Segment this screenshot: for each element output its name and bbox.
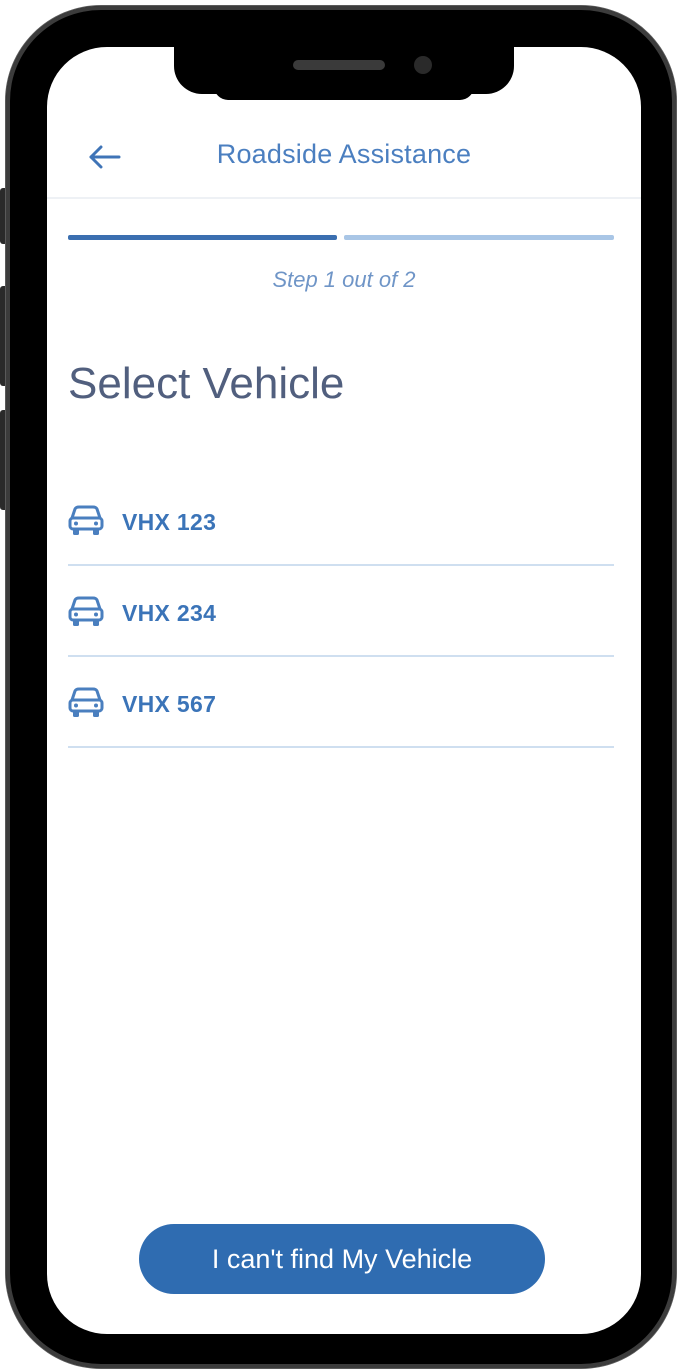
step-indicator: Step 1 out of 2 — [272, 267, 416, 292]
cant-find-vehicle-button[interactable]: I can't find My Vehicle — [139, 1224, 545, 1294]
vehicle-plate: VHX 234 — [122, 600, 217, 626]
progress-step-2 — [344, 235, 614, 240]
vehicle-item[interactable]: VHX 123 — [68, 475, 614, 566]
front-camera — [414, 56, 432, 74]
vehicle-plate: VHX 567 — [122, 691, 217, 717]
speaker-grille — [293, 60, 385, 70]
section-heading: Select Vehicle — [68, 359, 345, 408]
car-icon — [68, 596, 104, 626]
car-icon — [68, 505, 104, 535]
app-header: Roadside Assistance — [47, 107, 641, 199]
step-progress-bar — [68, 235, 614, 240]
progress-step-1 — [68, 235, 337, 240]
vehicle-plate: VHX 123 — [122, 509, 217, 535]
vehicle-item[interactable]: VHX 234 — [68, 566, 614, 657]
notch-lip — [214, 86, 474, 100]
phone-mockup: Roadside Assistance Step 1 out of 2 Sele… — [0, 0, 682, 1372]
car-icon — [68, 687, 104, 717]
app-screen: Roadside Assistance Step 1 out of 2 Sele… — [47, 47, 641, 1334]
vehicle-list: VHX 123 VHX 234 VHX 567 — [68, 475, 614, 748]
page-title: Roadside Assistance — [216, 139, 472, 169]
vehicle-item[interactable]: VHX 567 — [68, 657, 614, 748]
